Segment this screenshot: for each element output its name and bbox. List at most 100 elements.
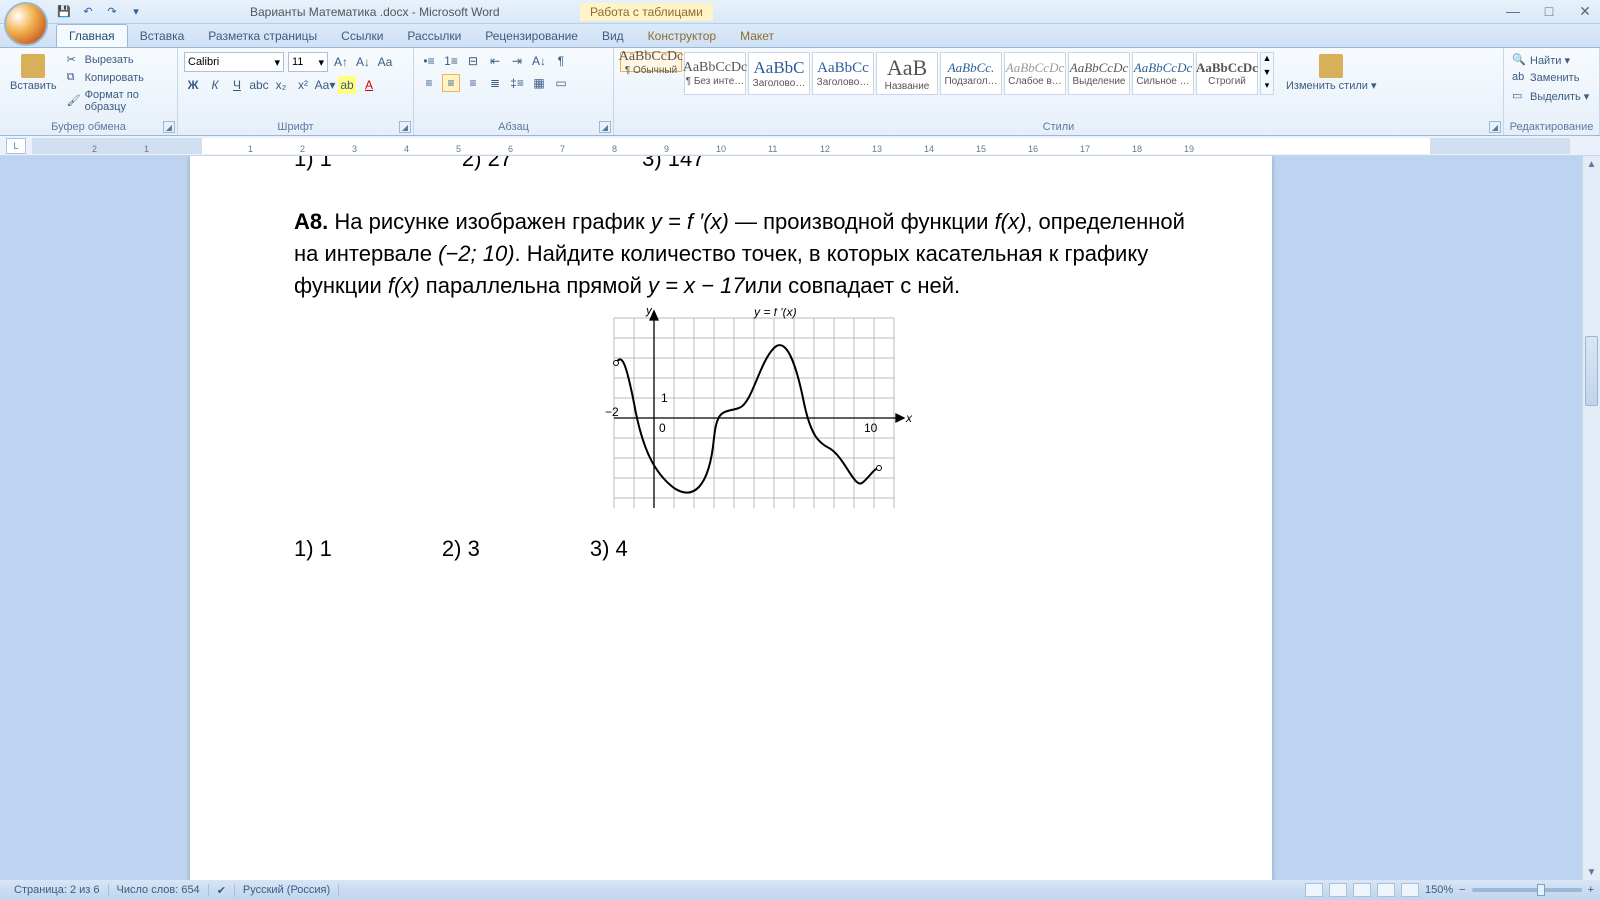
multilevel-button[interactable]: ⊟ [464,52,482,70]
superscript-button[interactable]: x² [294,76,312,94]
subscript-button[interactable]: x₂ [272,76,290,94]
style-subtitle[interactable]: AaBbCc.Подзагол… [940,52,1002,95]
status-language[interactable]: Русский (Россия) [235,884,339,896]
scroll-up-icon[interactable]: ▲ [1583,156,1600,172]
outdent-button[interactable]: ⇤ [486,52,504,70]
clear-format-icon[interactable]: Aa [376,53,394,71]
style-title[interactable]: AaBНазвание [876,52,938,95]
tab-selector[interactable]: L [6,138,26,154]
qat-more-icon[interactable]: ▾ [128,4,144,20]
scroll-down-icon[interactable]: ▼ [1583,864,1600,880]
maximize-button[interactable]: □ [1540,2,1558,20]
font-group-label: Шрифт [178,121,413,133]
numbering-button[interactable]: 1≡ [442,52,460,70]
style-gallery: AaBbCcDc¶ Обычный AaBbCcDc¶ Без инте… Aa… [620,52,1274,95]
status-words[interactable]: Число слов: 654 [109,884,209,896]
close-button[interactable]: ✕ [1576,2,1594,20]
zoom-value[interactable]: 150% [1425,884,1453,896]
show-marks-button[interactable]: ¶ [552,52,570,70]
line-spacing-button[interactable]: ‡≡ [508,74,526,92]
paste-button[interactable]: Вставить [6,52,61,94]
question-content[interactable]: A8. На рисунке изображен график y = f ′(… [294,206,1212,564]
grow-font-icon[interactable]: A↑ [332,53,350,71]
format-painter-button[interactable]: 🖌Формат по образцу [65,88,171,114]
style-strong[interactable]: AaBbCcDcСильное … [1132,52,1194,95]
replace-icon: ab [1512,71,1526,85]
underline-button[interactable]: Ч [228,76,246,94]
font-color-button[interactable]: A [360,76,378,94]
shrink-font-icon[interactable]: A↓ [354,53,372,71]
copy-button[interactable]: ⧉Копировать [65,70,171,86]
view-web[interactable] [1353,883,1371,897]
align-left-button[interactable]: ≡ [420,74,438,92]
font-size-select[interactable]: 11▾ [288,52,328,72]
tab-insert[interactable]: Вставка [128,25,197,47]
font-dialog-launcher[interactable]: ◢ [399,121,411,133]
tab-references[interactable]: Ссылки [329,25,395,47]
zoom-slider[interactable] [1472,888,1582,892]
gallery-up-icon[interactable]: ▲ [1261,53,1273,67]
office-button[interactable] [4,2,48,46]
select-button[interactable]: ▭Выделить ▾ [1510,88,1591,104]
zoom-in-button[interactable]: + [1588,884,1594,896]
style-weak[interactable]: AaBbCcDcСлабое в… [1004,52,1066,95]
format-label: Формат по образцу [85,89,169,113]
change-case-button[interactable]: Aa▾ [316,76,334,94]
tab-design[interactable]: Конструктор [636,25,728,47]
style-emphasis[interactable]: AaBbCcDcВыделение [1068,52,1130,95]
strike-button[interactable]: abc [250,76,268,94]
bold-button[interactable]: Ж [184,76,202,94]
italic-button[interactable]: К [206,76,224,94]
zoom-thumb[interactable] [1537,884,1545,896]
tab-home[interactable]: Главная [56,24,128,47]
tab-page-layout[interactable]: Разметка страницы [196,25,329,47]
cut-button[interactable]: ✂Вырезать [65,52,171,68]
style-heading2[interactable]: AaBbCcЗаголово… [812,52,874,95]
style-no-spacing[interactable]: AaBbCcDc¶ Без инте… [684,52,746,95]
align-right-button[interactable]: ≡ [464,74,482,92]
undo-icon[interactable]: ↶ [80,4,96,20]
change-styles-button[interactable]: Изменить стили ▾ [1282,52,1381,94]
style-normal[interactable]: AaBbCcDc¶ Обычный [620,52,682,72]
find-button[interactable]: 🔍Найти ▾ [1510,52,1591,68]
para-dialog-launcher[interactable]: ◢ [599,121,611,133]
view-full-reading[interactable] [1329,883,1347,897]
select-icon: ▭ [1512,89,1526,103]
vertical-scrollbar[interactable]: ▲ ▼ [1582,156,1600,880]
gallery-more-icon[interactable]: ▾ [1261,80,1273,94]
horizontal-ruler[interactable]: 2112345678910111213141516171819 [32,138,1570,154]
tab-view[interactable]: Вид [590,25,636,47]
style-heading1[interactable]: AaBbCЗаголово… [748,52,810,95]
tab-layout[interactable]: Макет [728,25,786,47]
tab-mailings[interactable]: Рассылки [395,25,473,47]
scroll-thumb[interactable] [1585,336,1598,406]
font-name-select[interactable]: Calibri▾ [184,52,284,72]
highlight-button[interactable]: ab [338,76,356,94]
status-proof-icon[interactable]: ✔ [209,884,235,897]
tab-review[interactable]: Рецензирование [473,25,590,47]
styles-dialog-launcher[interactable]: ◢ [1489,121,1501,133]
minimize-button[interactable]: — [1504,2,1522,20]
bullets-button[interactable]: •≡ [420,52,438,70]
view-print-layout[interactable] [1305,883,1323,897]
justify-button[interactable]: ≣ [486,74,504,92]
gallery-down-icon[interactable]: ▼ [1261,67,1273,81]
shading-button[interactable]: ▦ [530,74,548,92]
clipboard-dialog-launcher[interactable]: ◢ [163,121,175,133]
q-text-5: параллельна прямой [420,273,648,298]
sort-button[interactable]: A↓ [530,52,548,70]
view-outline[interactable] [1377,883,1395,897]
borders-button[interactable]: ▭ [552,74,570,92]
style-strict[interactable]: AaBbCcDcСтрогий [1196,52,1258,95]
align-center-button[interactable]: ≡ [442,74,460,92]
paste-label: Вставить [10,80,57,92]
replace-button[interactable]: abЗаменить [1510,70,1591,86]
change-styles-icon [1319,54,1343,78]
indent-button[interactable]: ⇥ [508,52,526,70]
zoom-out-button[interactable]: − [1459,884,1465,896]
view-draft[interactable] [1401,883,1419,897]
document-area[interactable]: 1) 1 2) 27 3) 147 A8. На рисунке изображ… [0,156,1600,880]
status-page[interactable]: Страница: 2 из 6 [6,884,109,896]
save-icon[interactable]: 💾 [56,4,72,20]
redo-icon[interactable]: ↷ [104,4,120,20]
